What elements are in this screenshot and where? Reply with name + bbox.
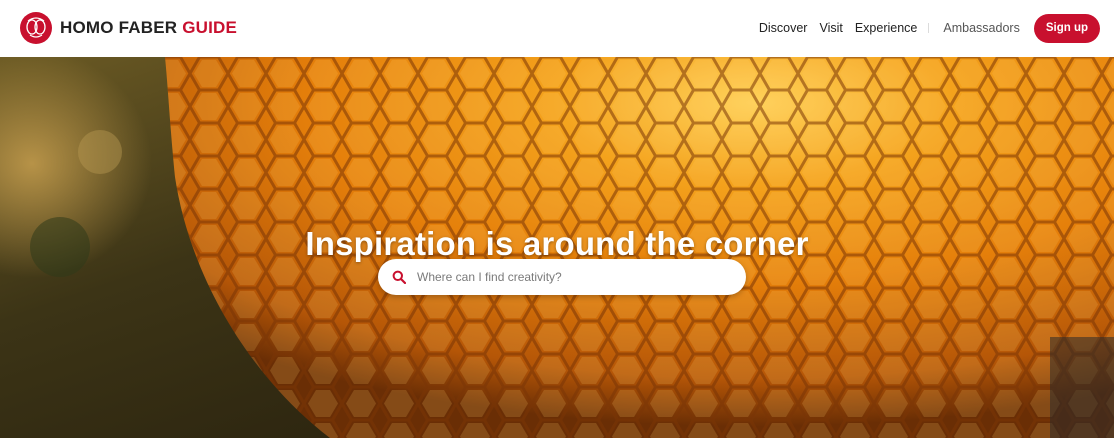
nav-item-ambassadors[interactable]: Ambassadors: [937, 21, 1033, 35]
brand-name-part1: HOMO FABER: [60, 18, 178, 37]
main-navigation: Discover Visit Experience Ambassadors Si…: [753, 12, 1100, 44]
search-icon: [392, 270, 406, 284]
brand-name: HOMO FABER GUIDE: [60, 18, 237, 38]
nav-divider: [928, 23, 930, 33]
top-navigation-bar: HOMO FABER GUIDE Discover Visit Experien…: [0, 0, 1114, 57]
homo-faber-logo-icon: [20, 12, 52, 44]
nav-item-visit[interactable]: Visit: [813, 21, 848, 35]
nav-item-experience[interactable]: Experience: [849, 21, 924, 35]
search-bar[interactable]: [378, 259, 746, 295]
hero-title: Inspiration is around the corner: [305, 225, 809, 263]
signup-button[interactable]: Sign up: [1033, 13, 1100, 43]
search-input[interactable]: [415, 269, 729, 285]
brand-name-part2: GUIDE: [182, 18, 238, 37]
logo[interactable]: HOMO FABER GUIDE: [19, 10, 237, 46]
hero-banner: Inspiration is around the corner: [0, 57, 1114, 438]
nav-item-discover[interactable]: Discover: [753, 21, 814, 35]
